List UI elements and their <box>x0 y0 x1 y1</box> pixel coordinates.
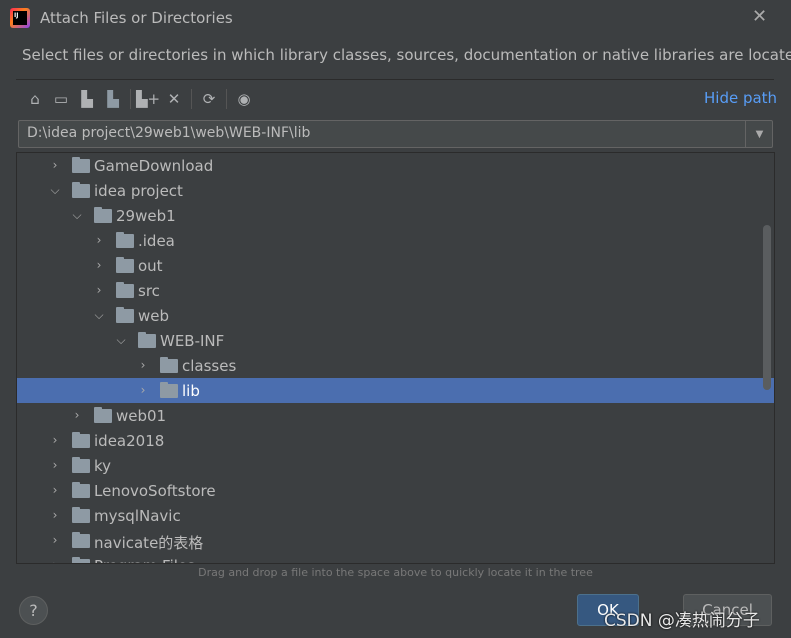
tree-item-label: src <box>138 282 160 300</box>
tree-item-label: .idea <box>138 232 175 250</box>
tree-item-label: classes <box>182 357 237 375</box>
chevron-down-icon[interactable]: ⌵ <box>93 308 105 323</box>
chevron-right-icon[interactable]: › <box>49 508 61 522</box>
tree-row[interactable]: › lib <box>17 378 774 403</box>
folder-icon <box>94 207 112 223</box>
divider <box>16 79 774 80</box>
chevron-down-icon[interactable]: ▼ <box>745 121 773 147</box>
new-folder-icon[interactable]: ▙+ <box>135 87 161 111</box>
tree-item-label: Program Files <box>94 557 195 563</box>
tree-row[interactable]: › ky <box>17 453 774 478</box>
folder-icon <box>116 282 134 298</box>
folder-icon <box>116 257 134 273</box>
scrollbar[interactable] <box>763 225 771 390</box>
chevron-right-icon[interactable]: › <box>49 533 61 547</box>
tree-row[interactable]: › navicate的表格 <box>17 528 774 553</box>
tree-item-label: LenovoSoftstore <box>94 482 216 500</box>
tree-row[interactable]: › web01 <box>17 403 774 428</box>
folder-icon <box>116 232 134 248</box>
path-input[interactable]: D:\idea project\29web1\web\WEB-INF\lib <box>27 125 310 141</box>
tree-item-label: GameDownload <box>94 157 214 175</box>
tree-row[interactable]: ⌵ WEB-INF <box>17 328 774 353</box>
chevron-down-icon[interactable]: ⌵ <box>49 183 61 198</box>
chevron-right-icon[interactable]: › <box>49 158 61 172</box>
tree-item-label: lib <box>182 382 200 400</box>
tree-item-label: WEB-INF <box>160 332 225 350</box>
chevron-right-icon[interactable]: › <box>71 408 83 422</box>
folder-icon <box>72 182 90 198</box>
dialog-description: Select files or directories in which lib… <box>22 46 791 64</box>
delete-icon[interactable]: ✕ <box>161 87 187 111</box>
refresh-icon[interactable]: ⟳ <box>196 87 222 111</box>
chevron-right-icon[interactable]: › <box>93 233 105 247</box>
folder-icon <box>72 557 90 563</box>
chevron-right-icon[interactable]: › <box>93 258 105 272</box>
folder-icon <box>94 407 112 423</box>
folder-icon <box>72 507 90 523</box>
tree-item-label: navicate的表格 <box>94 534 204 552</box>
tree-row[interactable]: ⌵ 29web1 <box>17 203 774 228</box>
hide-path-link[interactable]: Hide path <box>704 89 777 107</box>
chevron-right-icon[interactable]: › <box>49 558 61 563</box>
chevron-right-icon[interactable]: › <box>137 383 149 397</box>
watermark: CSDN @凑热闹分子 <box>604 611 760 631</box>
intellij-logo-icon: IJ <box>10 8 30 28</box>
toolbar-separator <box>130 89 131 109</box>
tree-item-label: idea2018 <box>94 432 165 450</box>
tree-row[interactable]: › Program Files <box>17 553 774 563</box>
project-folder-icon[interactable]: ▙ <box>74 87 100 111</box>
tree-row[interactable]: › classes <box>17 353 774 378</box>
folder-icon <box>160 357 178 373</box>
folder-icon <box>72 482 90 498</box>
help-button[interactable]: ? <box>19 596 48 625</box>
chevron-right-icon[interactable]: › <box>49 483 61 497</box>
chevron-right-icon[interactable]: › <box>49 458 61 472</box>
folder-icon <box>72 157 90 173</box>
chevron-right-icon[interactable]: › <box>93 283 105 297</box>
tree-row[interactable]: › idea2018 <box>17 428 774 453</box>
tree-row[interactable]: › GameDownload <box>17 153 774 178</box>
module-folder-icon[interactable]: ▙ <box>100 87 126 111</box>
close-icon[interactable]: ✕ <box>752 6 767 27</box>
folder-icon <box>72 532 90 548</box>
folder-icon <box>72 432 90 448</box>
tree-item-label: idea project <box>94 182 183 200</box>
dialog-title: Attach Files or Directories <box>40 9 233 27</box>
toolbar-separator <box>191 89 192 109</box>
path-combobox[interactable]: D:\idea project\29web1\web\WEB-INF\lib ▼ <box>18 120 773 148</box>
folder-icon <box>116 307 134 323</box>
tree-item-label: web <box>138 307 170 325</box>
chevron-right-icon[interactable]: › <box>49 433 61 447</box>
toolbar: ⌂ ▭ ▙ ▙ ▙+ ✕ ⟳ ◉ <box>22 86 257 112</box>
desktop-icon[interactable]: ▭ <box>48 87 74 111</box>
tree-row[interactable]: › LenovoSoftstore <box>17 478 774 503</box>
chevron-down-icon[interactable]: ⌵ <box>115 333 127 348</box>
folder-icon <box>160 382 178 398</box>
tree-item-label: mysqlNavic <box>94 507 181 525</box>
tree-row[interactable]: ⌵ web <box>17 303 774 328</box>
folder-icon <box>72 457 90 473</box>
tree-item-label: ky <box>94 457 112 475</box>
show-hidden-icon[interactable]: ◉ <box>231 87 257 111</box>
toolbar-separator <box>226 89 227 109</box>
chevron-right-icon[interactable]: › <box>137 358 149 372</box>
file-tree[interactable]: › Program Files › navicate的表格 › mysqlNavic › Le… <box>16 152 775 564</box>
tree-row[interactable]: ⌵ idea project <box>17 178 774 203</box>
title-bar: IJ Attach Files or Directories ✕ <box>0 0 791 38</box>
tree-item-label: out <box>138 257 163 275</box>
tree-item-label: 29web1 <box>116 207 176 225</box>
tree-item-label: web01 <box>116 407 167 425</box>
tree-row[interactable]: › mysqlNavic <box>17 503 774 528</box>
folder-icon <box>138 332 156 348</box>
drag-drop-hint: Drag and drop a file into the space abov… <box>198 566 593 579</box>
home-icon[interactable]: ⌂ <box>22 87 48 111</box>
tree-row[interactable]: › out <box>17 253 774 278</box>
tree-row[interactable]: › src <box>17 278 774 303</box>
chevron-down-icon[interactable]: ⌵ <box>71 208 83 223</box>
tree-row[interactable]: › .idea <box>17 228 774 253</box>
